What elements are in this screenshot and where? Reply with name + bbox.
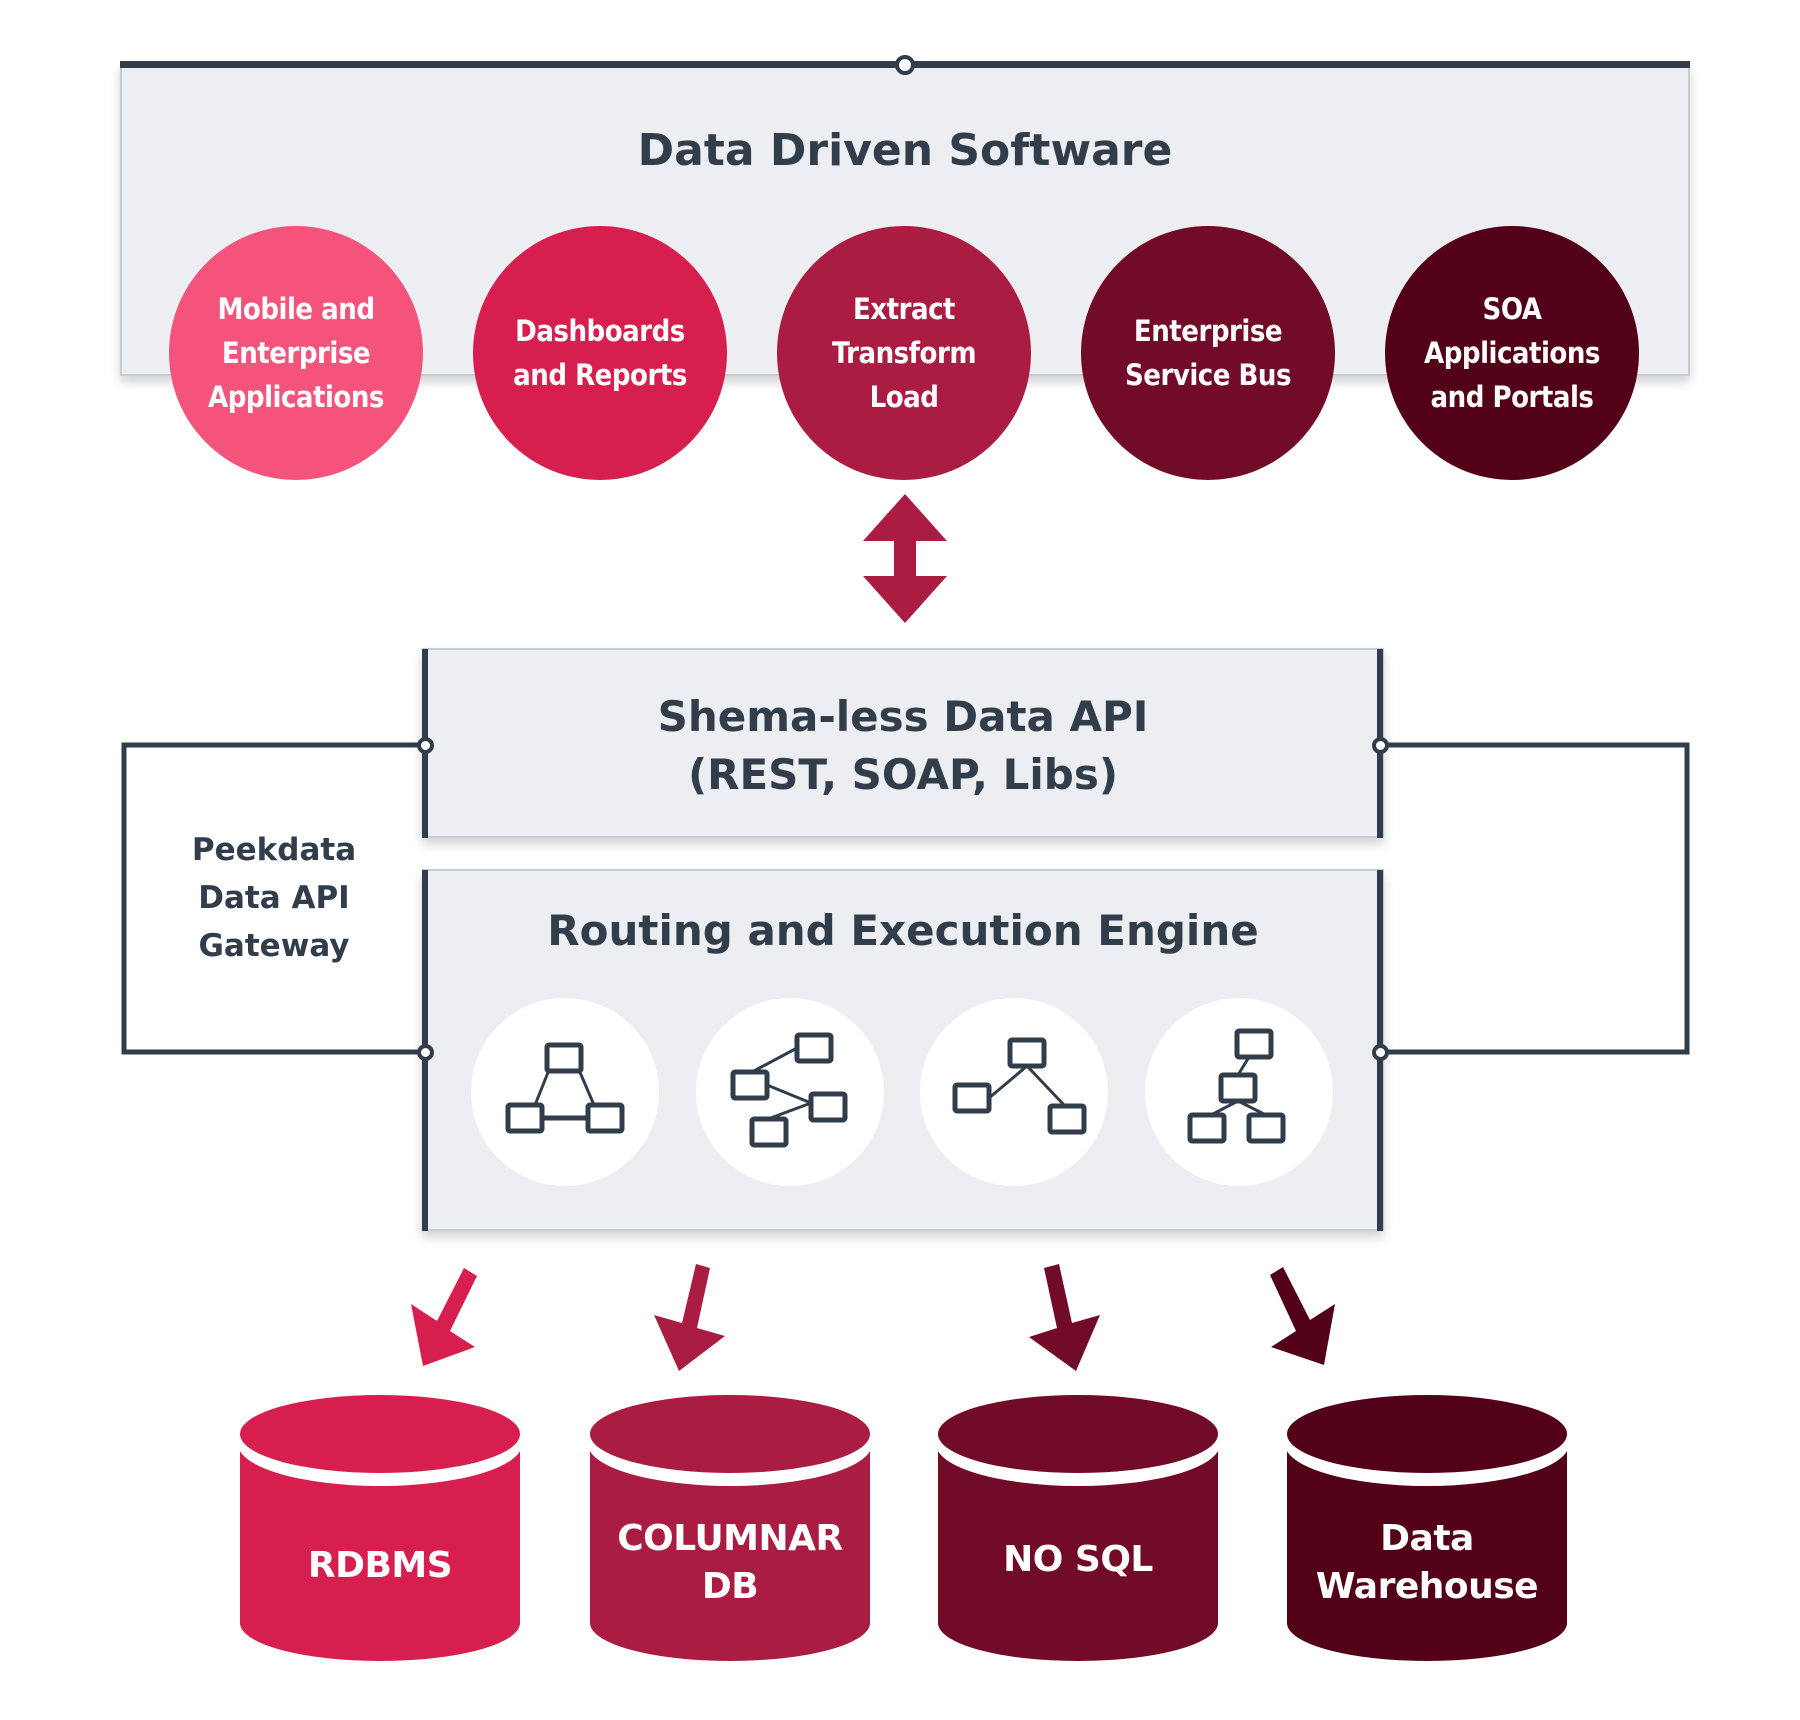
network-branch-icon — [730, 1032, 848, 1148]
datastore-label-nosql: NO SQL — [1003, 1539, 1153, 1580]
network-fork-icon — [952, 1037, 1087, 1135]
double-arrow-vertical-icon — [863, 494, 947, 623]
connector-node — [1372, 1044, 1389, 1061]
arrow-to-nosql — [1029, 1264, 1100, 1371]
engine-node-circle — [471, 998, 659, 1186]
engine-panel-title: Routing and Execution Engine — [547, 906, 1259, 955]
datastore-label-columnar: COLUMNAR DB — [617, 1518, 843, 1607]
connector-node — [417, 1044, 434, 1061]
arrow-to-warehouse — [1270, 1267, 1335, 1365]
engine-node-circle — [1145, 998, 1333, 1186]
engine-node-circle — [696, 998, 884, 1186]
connector-node — [417, 737, 434, 754]
connector-node — [1372, 737, 1389, 754]
api-title-line1: Shema-less Data API — [657, 692, 1149, 741]
datastore-label-rdbms: RDBMS — [307, 1545, 453, 1586]
arrow-to-columnar — [654, 1264, 725, 1371]
network-tree-icon — [1187, 1028, 1286, 1144]
network-triangle-icon — [505, 1042, 625, 1134]
api-title-line2: (REST, SOAP, Libs) — [687, 750, 1119, 799]
datastore-label-warehouse: Data Warehouse — [1315, 1518, 1539, 1607]
arrow-to-rdbms — [411, 1268, 477, 1366]
gateway-bracket-right — [1382, 742, 1690, 1055]
engine-node-circle — [920, 998, 1108, 1186]
api-panel-title: Shema-less Data API (REST, SOAP, Libs) — [422, 688, 1384, 804]
gateway-label: Peekdata Data API Gateway — [191, 832, 357, 964]
